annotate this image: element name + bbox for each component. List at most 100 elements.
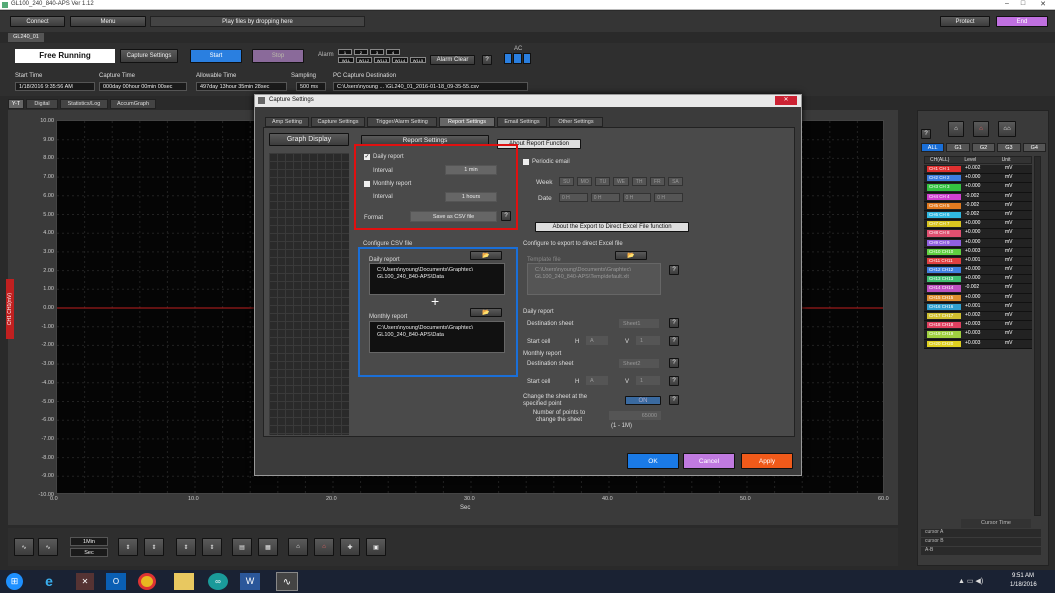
monthly-start-help-button[interactable]: ? [669, 376, 679, 386]
weekday-button[interactable]: MO [577, 177, 593, 186]
stop-button[interactable]: Stop [252, 49, 304, 63]
windows-start-icon[interactable]: ⊞ [6, 573, 23, 590]
capture-settings-button[interactable]: Capture Settings [120, 49, 178, 63]
graphtec-app-icon[interactable]: ∿ [276, 572, 298, 591]
marker-tool-red-icon[interactable]: ⌂ [973, 121, 989, 137]
channel-row[interactable]: CH19 CH19 +0.003 mV [924, 330, 1032, 340]
change-sheet-toggle[interactable]: ON [625, 396, 661, 405]
tray-icons[interactable]: ▲ ▭ ◀) [958, 577, 983, 585]
date-cell[interactable]: 0 H [622, 193, 652, 202]
channel-row[interactable]: CH4 CH 4 -0.002 mV [924, 192, 1032, 202]
date-cell[interactable]: 0 H [559, 193, 588, 202]
group-tab[interactable]: G2 [971, 143, 996, 152]
monthly-interval-select[interactable]: 1 hours [445, 192, 497, 202]
arduino-icon[interactable]: ∞ [208, 573, 228, 590]
channel-row[interactable]: CH5 CH 5 -0.002 mV [924, 201, 1032, 211]
marker-tool-multi-icon[interactable]: ⌂⌂ [998, 121, 1016, 137]
channel-row[interactable]: CH20 CH20 +0.003 mV [924, 339, 1032, 349]
about-excel-button[interactable]: About the Export to Direct Excel File fu… [535, 222, 689, 232]
ie-icon[interactable]: e [40, 573, 58, 590]
tab-amp-setting[interactable]: Amp Setting [265, 117, 309, 127]
weekday-button[interactable]: WE [613, 177, 629, 186]
menu-button[interactable]: Menu [70, 16, 146, 27]
amplitude-icon-3[interactable]: ⇕ [176, 538, 196, 556]
time-div-value[interactable]: 1Min [70, 537, 108, 546]
cancel-button[interactable]: Cancel [683, 453, 735, 469]
daily-h-input[interactable]: A [586, 336, 608, 345]
time-div-unit[interactable]: Sec [70, 548, 108, 557]
ok-button[interactable]: OK [627, 453, 679, 469]
apply-button[interactable]: Apply [741, 453, 793, 469]
alarm-clear-button[interactable]: Alarm Clear [430, 55, 475, 65]
periodic-email-checkbox[interactable] [523, 159, 529, 165]
weekday-button[interactable]: TH [631, 177, 647, 186]
amplitude-icon-1[interactable]: ⇕ [118, 538, 138, 556]
monthly-h-input[interactable]: A [586, 376, 608, 385]
tab-statistics-log[interactable]: Statistics/Log [60, 99, 108, 109]
waveform-shrink-icon[interactable]: ∿ [38, 538, 58, 556]
monthly-sheet-help-button[interactable]: ? [669, 358, 679, 368]
channel-row[interactable]: CH9 CH 9 +0.000 mV [924, 238, 1032, 248]
daily-sheet-help-button[interactable]: ? [669, 318, 679, 328]
tab-accumgraph[interactable]: AccumGraph [110, 99, 156, 109]
channel-row[interactable]: CH7 CH 7 +0.000 mV [924, 220, 1032, 230]
cursor-lock-icon[interactable]: ▣ [366, 538, 386, 556]
device-tab[interactable]: GL240_01 [8, 33, 44, 42]
daily-sheet-input[interactable]: Sheet1 [619, 319, 659, 328]
marker-icon[interactable]: ⌂ [288, 538, 308, 556]
panel-help-button[interactable]: ? [921, 129, 931, 139]
waveform-zoom-icon[interactable]: ∿ [14, 538, 34, 556]
channel-row[interactable]: CH16 CH16 +0.001 mV [924, 302, 1032, 312]
group-tab[interactable]: G4 [1022, 143, 1047, 152]
daily-report-checkbox[interactable]: ✓ [364, 154, 370, 160]
end-button[interactable]: End [996, 16, 1048, 27]
amplitude-icon-2[interactable]: ⇕ [144, 538, 164, 556]
channel-row[interactable]: CH14 CH14 -0.002 mV [924, 284, 1032, 294]
channel-list-scrollbar[interactable] [1034, 156, 1041, 516]
csv-daily-folder-icon[interactable]: 📂 [470, 251, 502, 260]
channel-row[interactable]: CH13 CH13 +0.000 mV [924, 275, 1032, 285]
weekday-button[interactable]: SU [559, 177, 575, 186]
explorer-icon[interactable] [174, 573, 194, 590]
change-sheet-help-button[interactable]: ? [669, 395, 679, 405]
group-tab[interactable]: G1 [946, 143, 970, 152]
close-button[interactable]: ✕ [1032, 0, 1054, 9]
dialog-close-icon[interactable]: ✕ [775, 96, 797, 105]
channel-row[interactable]: CH12 CH12 +0.000 mV [924, 266, 1032, 276]
channel-row[interactable]: CH2 CH 2 +0.000 mV [924, 174, 1032, 184]
outlook-icon[interactable]: O [106, 573, 126, 590]
tab-email-settings[interactable]: Email Settings [497, 117, 547, 127]
maximize-button[interactable]: □ [1016, 0, 1030, 9]
channel-row[interactable]: CH8 CH 8 +0.000 mV [924, 229, 1032, 239]
channel-row[interactable]: CH6 CH 6 -0.002 mV [924, 210, 1032, 221]
tab-capture-settings[interactable]: Capture Settings [311, 117, 365, 127]
daily-v-input[interactable]: 1 [636, 336, 660, 345]
date-cell[interactable]: 0 H [654, 193, 683, 202]
channel-row[interactable]: CH15 CH15 +0.000 mV [924, 293, 1032, 303]
weekday-button[interactable]: TU [595, 177, 611, 186]
chrome-icon[interactable] [138, 573, 156, 590]
tab-y-t[interactable]: Y-T [8, 99, 24, 109]
marker-red-icon[interactable]: ⌂ [314, 538, 334, 556]
tab-report-settings[interactable]: Report Settings [439, 117, 495, 127]
word-icon[interactable]: W [240, 573, 260, 590]
monthly-report-checkbox[interactable] [364, 181, 370, 187]
date-cell[interactable]: 0 H [590, 193, 620, 202]
app-icon-1[interactable]: ✕ [76, 573, 94, 590]
monthly-sheet-input[interactable]: Sheet2 [619, 359, 659, 368]
channel-row[interactable]: CH17 CH17 +0.002 mV [924, 312, 1032, 322]
monthly-v-input[interactable]: 1 [636, 376, 660, 385]
amplitude-icon-4[interactable]: ⇕ [202, 538, 222, 556]
num-points-input[interactable]: 65000 [609, 411, 661, 420]
channel-row[interactable]: CH10 CH10 +0.003 mV [924, 247, 1032, 257]
group-tab[interactable]: G3 [997, 143, 1021, 152]
protect-button[interactable]: Protect [940, 16, 990, 27]
display-grid-icon[interactable]: ▦ [258, 538, 278, 556]
graph-display-button[interactable]: Graph Display [269, 133, 349, 146]
connect-button[interactable]: Connect [10, 16, 65, 27]
alarm-help-button[interactable]: ? [482, 55, 492, 65]
format-help-button[interactable]: ? [501, 211, 511, 221]
template-folder-icon[interactable]: 📂 [615, 251, 647, 260]
weekday-button[interactable]: SA [667, 177, 683, 186]
daily-start-help-button[interactable]: ? [669, 336, 679, 346]
